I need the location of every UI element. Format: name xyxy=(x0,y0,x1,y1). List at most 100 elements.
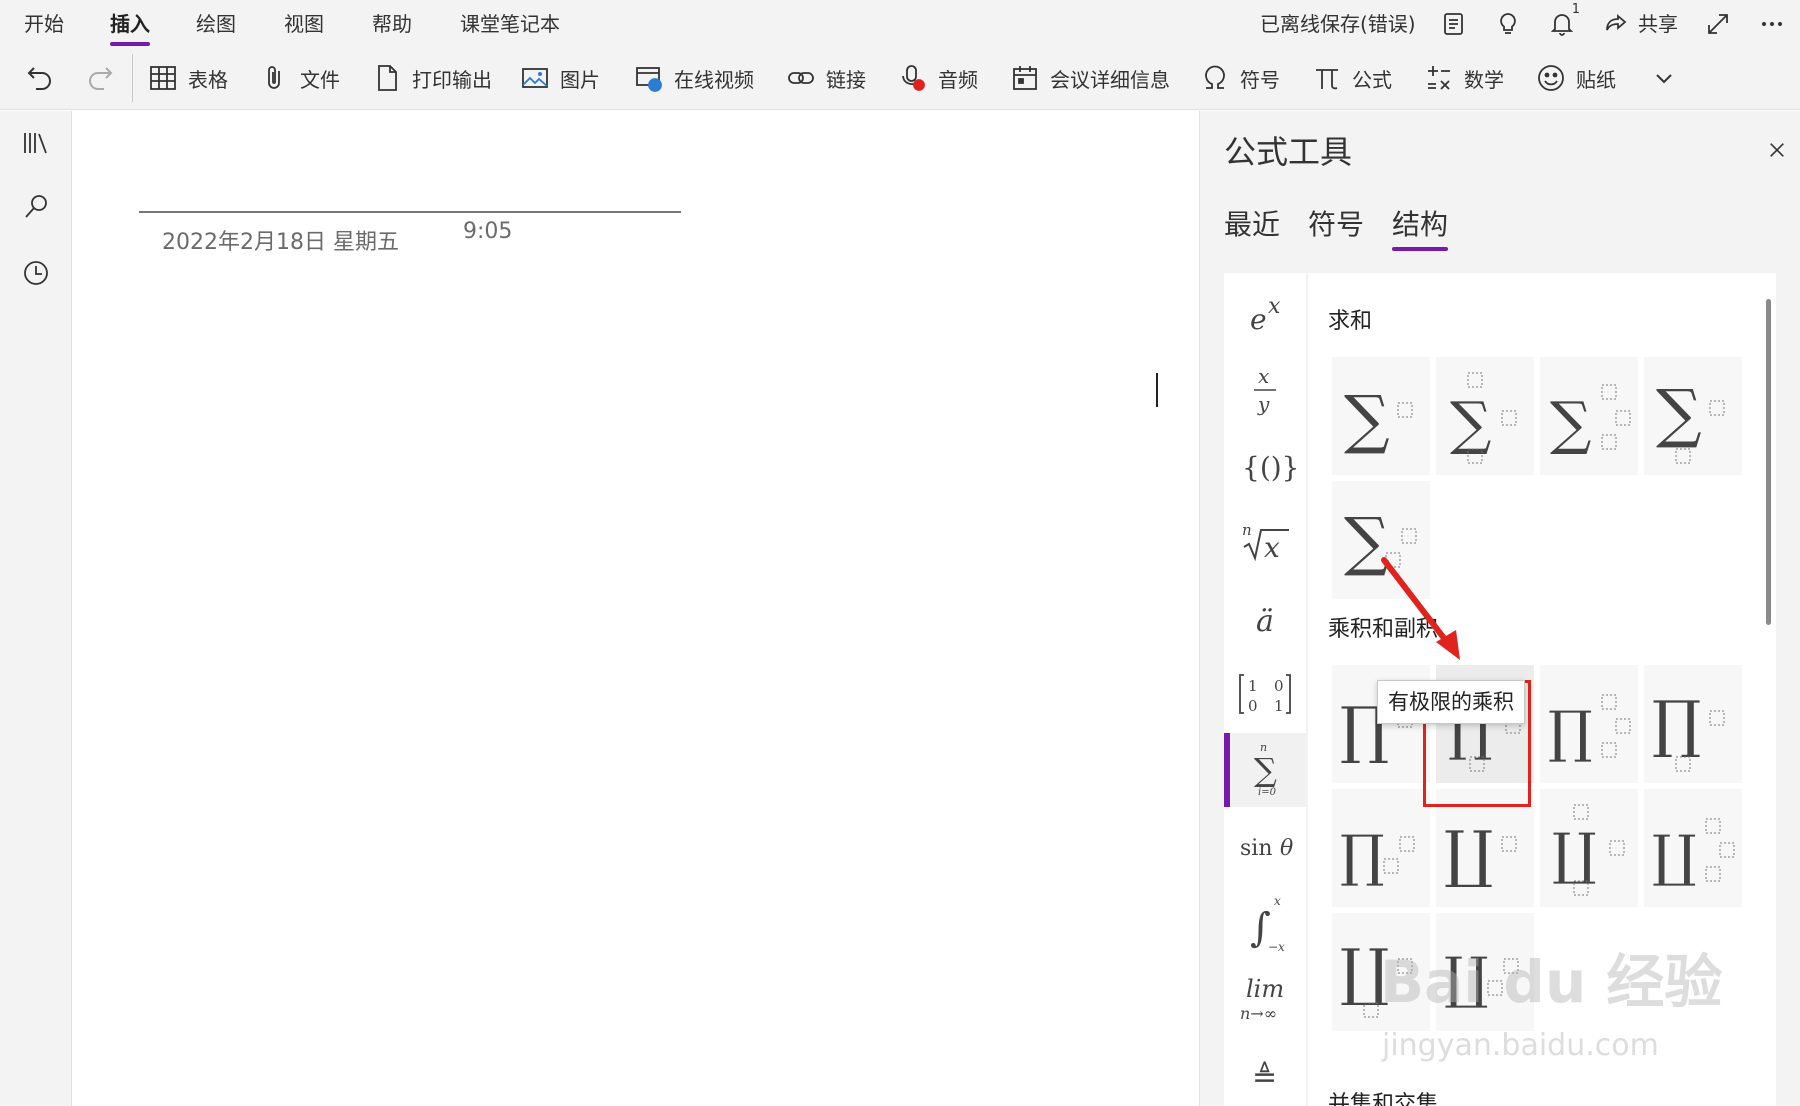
tab-insert[interactable]: 插入 xyxy=(110,10,150,46)
share-button[interactable]: 共享 xyxy=(1638,10,1678,38)
limit-log-icon[interactable]: lim n→∞ xyxy=(1224,961,1306,1035)
insert-file-button[interactable]: 文件 xyxy=(260,58,340,98)
insert-link-button[interactable]: 链接 xyxy=(786,58,866,98)
script-icon[interactable]: ex xyxy=(1224,279,1306,353)
undo-icon[interactable] xyxy=(20,58,60,98)
close-icon[interactable] xyxy=(1760,133,1794,167)
insert-online-video-button[interactable]: 在线视频 xyxy=(634,58,754,98)
accent-icon[interactable]: ä xyxy=(1224,581,1306,655)
product-cell[interactable]: ∏ xyxy=(1540,665,1638,783)
pane-tab-recent[interactable]: 最近 xyxy=(1224,203,1280,243)
insert-symbol-button[interactable]: 符号 xyxy=(1200,58,1280,98)
fraction-icon[interactable]: xy xyxy=(1224,353,1306,427)
pane-tab-symbols[interactable]: 符号 xyxy=(1308,203,1364,243)
fullscreen-icon[interactable] xyxy=(1702,8,1734,40)
chevron-down-icon[interactable] xyxy=(1644,58,1684,98)
integral-icon[interactable]: ∫ x −x xyxy=(1224,885,1306,959)
redo-icon[interactable] xyxy=(80,58,120,98)
notebooks-icon[interactable] xyxy=(18,125,54,161)
product-cell[interactable]: ∏ xyxy=(1644,665,1742,783)
svg-text:∏: ∏ xyxy=(1548,700,1593,765)
lightbulb-icon[interactable] xyxy=(1492,8,1524,40)
insert-sticker-label: 贴纸 xyxy=(1576,67,1616,92)
notification-badge: 1 xyxy=(1571,2,1580,17)
svg-text:lim: lim xyxy=(1246,975,1284,1003)
function-icon[interactable]: sin θ xyxy=(1224,809,1306,883)
tab-home[interactable]: 开始 xyxy=(24,10,64,44)
svg-text:x: x xyxy=(1258,364,1269,388)
insert-equation-button[interactable]: 公式 xyxy=(1312,58,1392,98)
svg-text:x: x xyxy=(1268,294,1281,319)
bracket-icon[interactable]: {()} xyxy=(1224,429,1306,503)
svg-text:1: 1 xyxy=(1248,677,1258,695)
table-icon xyxy=(150,66,176,90)
search-icon[interactable] xyxy=(18,189,54,225)
summation-cell[interactable]: ∑ xyxy=(1540,357,1638,475)
svg-text:n: n xyxy=(1242,521,1252,539)
svg-text:{()}: {()} xyxy=(1242,451,1299,484)
insert-symbol-label: 符号 xyxy=(1240,67,1280,92)
text-cursor xyxy=(1156,373,1158,407)
svg-text:∑: ∑ xyxy=(1656,377,1702,451)
audio-icon xyxy=(902,65,925,91)
summation-cell[interactable]: ∑ xyxy=(1332,357,1430,475)
coproduct-cell[interactable]: ∐ xyxy=(1644,789,1742,907)
product-cell[interactable]: ∏ xyxy=(1332,789,1430,907)
insert-math-label: 数学 xyxy=(1464,67,1504,92)
large-operator-icon[interactable]: n ∑ i=0 xyxy=(1224,733,1306,807)
file-icon xyxy=(378,65,397,91)
svg-text:−x: −x xyxy=(1268,940,1285,954)
svg-text:∏: ∏ xyxy=(1340,824,1385,889)
immersive-reader-icon[interactable] xyxy=(1438,8,1470,40)
svg-text:∑: ∑ xyxy=(1344,383,1390,457)
insert-file-label: 文件 xyxy=(300,67,340,92)
svg-text:x: x xyxy=(1264,531,1280,564)
matrix-icon[interactable]: 1001 xyxy=(1224,657,1306,731)
svg-text:sin: sin xyxy=(1240,836,1273,861)
tab-class-notebook[interactable]: 课堂笔记本 xyxy=(460,10,560,44)
save-status[interactable]: 已离线保存(错误) xyxy=(1260,10,1416,38)
insert-audio-label: 音频 xyxy=(938,67,978,92)
insert-printout-label: 打印输出 xyxy=(412,67,492,92)
summation-cell[interactable]: ∑ xyxy=(1644,357,1742,475)
insert-table-label: 表格 xyxy=(188,67,228,92)
page-canvas[interactable]: 2022年2月18日 星期五 9:05 xyxy=(73,111,1199,1106)
pane-tab-structures[interactable]: 结构 xyxy=(1392,203,1449,251)
radical-icon[interactable]: nx xyxy=(1224,505,1306,579)
svg-text:1: 1 xyxy=(1274,697,1284,715)
insert-meeting-details-button[interactable]: 会议详细信息 xyxy=(1010,58,1170,98)
svg-text:y: y xyxy=(1257,392,1270,416)
insert-picture-button[interactable]: 图片 xyxy=(520,58,600,98)
summation-cell[interactable]: ∑ xyxy=(1436,357,1534,475)
watermark: Bai du 经验 xyxy=(1380,948,1723,1016)
svg-text:ä: ä xyxy=(1256,604,1274,639)
svg-text:e: e xyxy=(1250,303,1267,336)
online-video-icon xyxy=(636,67,662,92)
svg-text:x: x xyxy=(1274,894,1281,908)
operator-icon[interactable]: ≜ xyxy=(1224,1037,1306,1106)
tab-draw[interactable]: 绘图 xyxy=(196,10,236,44)
ribbon: 开始 插入 绘图 视图 帮助 课堂笔记本 已离线保存(错误) 1 共享 表格 文… xyxy=(0,0,1800,110)
insert-meeting-details-label: 会议详细信息 xyxy=(1050,67,1170,92)
insert-table-button[interactable]: 表格 xyxy=(148,58,228,98)
annotation-arrow xyxy=(1381,557,1460,660)
insert-math-button[interactable]: 数学 xyxy=(1424,58,1504,98)
insert-printout-button[interactable]: 打印输出 xyxy=(372,58,492,98)
tab-help[interactable]: 帮助 xyxy=(372,10,412,44)
svg-text:0: 0 xyxy=(1274,677,1284,695)
page-time: 9:05 xyxy=(463,219,513,244)
pane-scrollbar[interactable] xyxy=(1766,299,1771,625)
recent-clock-icon[interactable] xyxy=(18,255,54,291)
more-icon[interactable] xyxy=(1756,8,1788,40)
svg-text:∐: ∐ xyxy=(1652,824,1697,889)
insert-sticker-button[interactable]: 贴纸 xyxy=(1536,58,1616,98)
svg-text:n→∞: n→∞ xyxy=(1240,1004,1277,1023)
bell-icon[interactable]: 1 xyxy=(1546,2,1580,40)
share-icon[interactable] xyxy=(1600,8,1632,40)
tab-view[interactable]: 视图 xyxy=(284,10,324,44)
omega-icon xyxy=(1205,65,1225,89)
coproduct-cell[interactable]: ∐ xyxy=(1540,789,1638,907)
svg-text:∑: ∑ xyxy=(1550,389,1591,457)
link-icon xyxy=(788,72,814,84)
insert-audio-button[interactable]: 音频 xyxy=(898,58,978,98)
